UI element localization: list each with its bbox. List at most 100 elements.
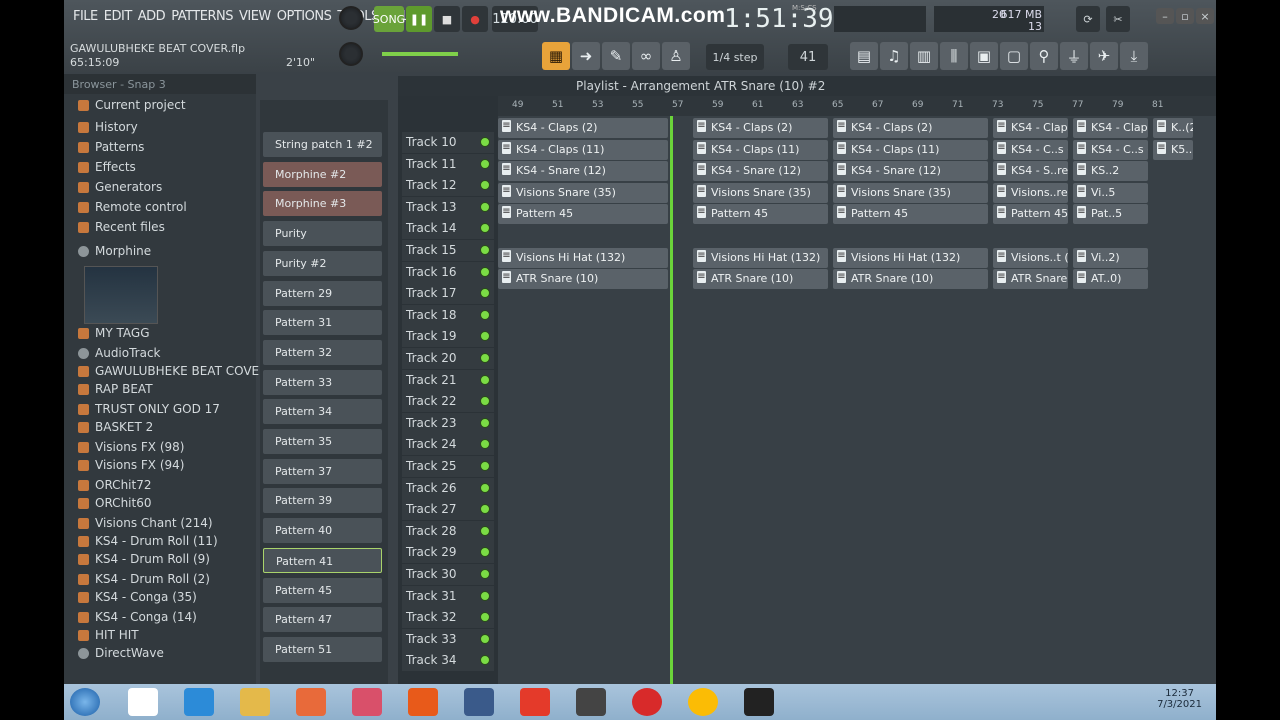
bandicam-icon[interactable]	[744, 688, 774, 716]
playlist-clip[interactable]: K5..1	[1153, 139, 1193, 160]
mute-toggle[interactable]	[480, 633, 490, 644]
bar-number[interactable]: 71	[952, 100, 963, 110]
track-header[interactable]: Track 15	[402, 240, 494, 261]
browser-item[interactable]: MY TAGG	[78, 326, 150, 340]
maximize-button[interactable]: ▫	[1176, 8, 1194, 24]
opera-icon[interactable]	[632, 688, 662, 716]
playlist-clip[interactable]: Vi..2)	[1073, 247, 1148, 268]
browser-item[interactable]: Effects	[78, 160, 136, 174]
browser-item[interactable]: Generators	[78, 180, 162, 194]
browser-item[interactable]: KS4 - Conga (14)	[78, 610, 197, 624]
mute-toggle[interactable]	[480, 288, 490, 299]
playlist-clip[interactable]: Vi..5	[1073, 182, 1148, 203]
playlist-clip[interactable]: Pattern 45	[993, 204, 1068, 225]
browser-icon[interactable]: ▣	[970, 42, 998, 70]
browser-item[interactable]: GAWULUBHEKE BEAT COVER	[78, 364, 267, 378]
track-header[interactable]: Track 23	[402, 412, 494, 434]
track-header[interactable]: Track 33	[402, 628, 494, 650]
track-header[interactable]: Track 21	[402, 369, 494, 391]
app3-icon[interactable]	[520, 688, 550, 716]
app2-icon[interactable]	[296, 688, 326, 716]
mute-toggle[interactable]	[480, 396, 490, 407]
track-header[interactable]: Track 31	[402, 585, 494, 607]
stop-button[interactable]: ■	[434, 6, 460, 32]
playlist-clip[interactable]: KS4 - Claps (2)	[833, 118, 988, 138]
arrow-icon[interactable]: ➜	[572, 42, 600, 70]
menu-item[interactable]: VIEW	[236, 9, 274, 24]
track-header[interactable]: Track 14	[402, 218, 494, 240]
track-header[interactable]: Track 30	[402, 564, 494, 585]
browser-item[interactable]: Visions Chant (214)	[78, 516, 213, 530]
track-header[interactable]: Track 34	[402, 650, 494, 672]
track-header[interactable]: Track 20	[402, 348, 494, 369]
track-header[interactable]: Track 19	[402, 326, 494, 348]
playlist-clip[interactable]: KS4 - Claps (2)	[498, 118, 668, 138]
bar-number[interactable]: 61	[752, 100, 763, 110]
bar-number[interactable]: 65	[832, 100, 843, 110]
render-icon[interactable]: ✈	[1090, 42, 1118, 70]
browser-item[interactable]: Visions FX (94)	[78, 458, 184, 472]
bar-number[interactable]: 75	[1032, 100, 1043, 110]
browser-item[interactable]: KS4 - Drum Roll (9)	[78, 552, 210, 566]
playlist-clip[interactable]: KS4 - Claps (11)	[833, 139, 988, 160]
cable-icon[interactable]: ⏚	[1060, 42, 1088, 70]
channel-item[interactable]: Pattern 35	[263, 429, 382, 454]
channel-item[interactable]: Pattern 31	[263, 310, 382, 336]
tools-icon[interactable]: ✂	[1106, 6, 1130, 32]
ie-icon[interactable]	[184, 688, 214, 716]
mute-toggle[interactable]	[480, 504, 490, 515]
mute-toggle[interactable]	[480, 482, 490, 493]
playlist-clip[interactable]: KS4 - Snare (12)	[498, 161, 668, 182]
playlist-clip[interactable]: ATR Snare (10)	[693, 269, 828, 290]
mixer-icon[interactable]: ⫼	[940, 42, 968, 70]
mute-toggle[interactable]	[480, 612, 490, 623]
bar-number[interactable]: 63	[792, 100, 803, 110]
snap-selector[interactable]: 1/4 step	[706, 44, 764, 70]
bar-number[interactable]: 49	[512, 100, 523, 110]
mute-toggle[interactable]	[480, 158, 490, 169]
channel-item[interactable]: Pattern 29	[263, 280, 382, 306]
bar-number[interactable]: 73	[992, 100, 1003, 110]
playlist-clip[interactable]: Visions Hi Hat (132)	[833, 247, 988, 268]
file-icon[interactable]: ▢	[1000, 42, 1028, 70]
channel-item[interactable]: String patch 1 #2	[263, 132, 382, 157]
mute-toggle[interactable]	[480, 461, 490, 471]
game2-icon[interactable]	[464, 688, 494, 716]
playlist-clip[interactable]: ATR Snare (10)	[833, 269, 988, 290]
main-volume-slider[interactable]	[382, 52, 458, 56]
playlist-grid[interactable]: KS4 - Claps (2)KS4 - Claps (2)KS4 - Clap…	[498, 116, 1216, 684]
menu-item[interactable]: EDIT	[101, 9, 135, 24]
track-header[interactable]: Track 13	[402, 196, 494, 218]
timeline-ruler[interactable]: 49 51 53 55 57 59 61 63 65 67 69 71 73 75 77 79 81	[498, 96, 1216, 116]
track-header[interactable]: Track 24	[402, 434, 494, 456]
browser-item[interactable]: Morphine	[78, 244, 151, 258]
refresh-icon[interactable]: ⟳	[1076, 6, 1100, 32]
playlist-clip[interactable]: Visions Hi Hat (132)	[693, 247, 828, 268]
channel-item[interactable]: Purity	[263, 221, 382, 247]
browser-item[interactable]: Visions FX (98)	[78, 440, 184, 454]
track-header[interactable]: Track 32	[402, 607, 494, 629]
metronome-icon[interactable]: ♙	[662, 42, 690, 70]
pattern-song-icon[interactable]: ▦	[542, 42, 570, 70]
browser-item[interactable]: AudioTrack	[78, 346, 161, 360]
playlist-clip[interactable]: KS4 - Snare (12)	[693, 161, 828, 182]
playlist-clip[interactable]: KS4 - Claps (2)	[693, 118, 828, 138]
pencil-icon[interactable]: ✎	[602, 42, 630, 70]
playlist-clip[interactable]: KS4 - C..s (11)	[1073, 139, 1148, 160]
bar-number[interactable]: 51	[552, 100, 563, 110]
song-mode-button[interactable]: SONG	[373, 6, 405, 32]
browser-item[interactable]: TRUST ONLY GOD 17	[78, 402, 220, 416]
game-icon[interactable]	[352, 688, 382, 716]
playlist-clip[interactable]: Visions Snare (35)	[833, 182, 988, 203]
channel-item[interactable]: Pattern 34	[263, 399, 382, 425]
track-header[interactable]: Track 25	[402, 456, 494, 477]
mute-toggle[interactable]	[480, 655, 490, 666]
playlist-clip[interactable]: ATR Snare (10)	[498, 269, 668, 290]
bar-number[interactable]: 57	[672, 100, 683, 110]
channel-rack-icon[interactable]: ▥	[910, 42, 938, 70]
channel-item[interactable]: Pattern 33	[263, 369, 382, 395]
playlist-clip[interactable]: KS4 - C..s (11)	[993, 139, 1068, 160]
channel-item[interactable]: Pattern 39	[263, 488, 382, 514]
track-header[interactable]: Track 26	[402, 477, 494, 499]
playlist-clip[interactable]: Pattern 45	[693, 204, 828, 225]
